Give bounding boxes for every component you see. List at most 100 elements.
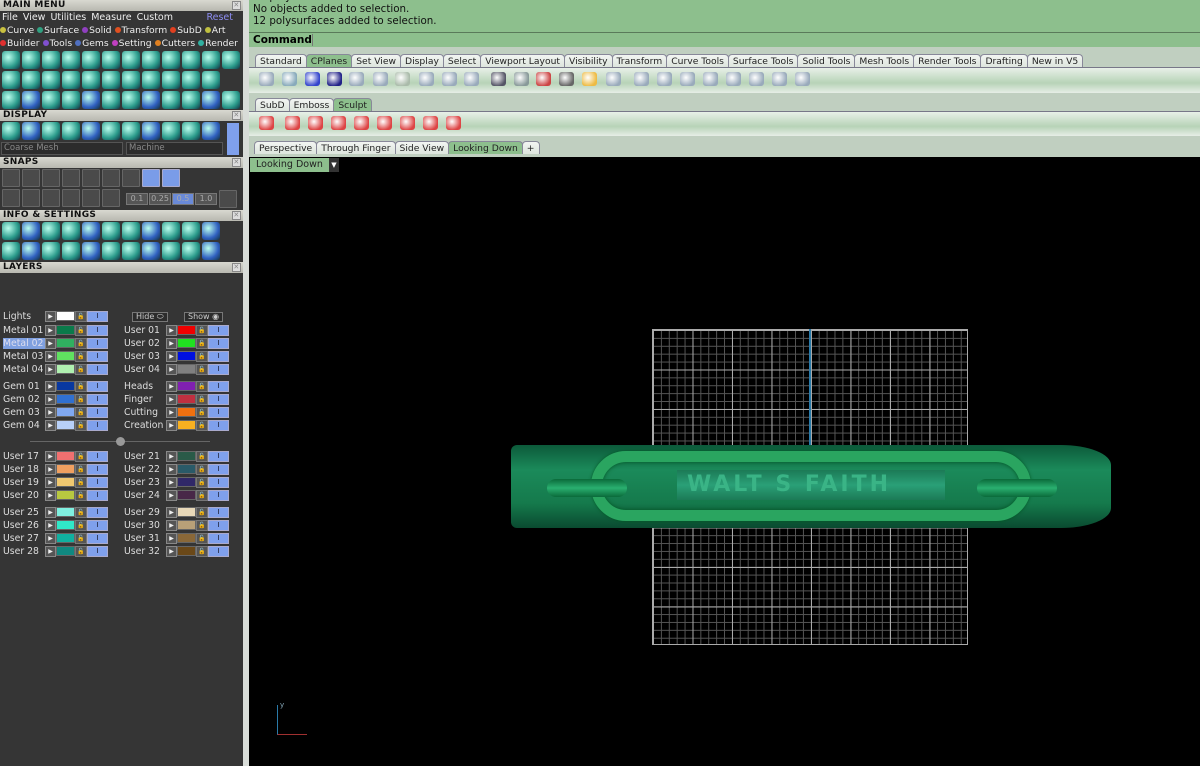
tool-icon[interactable] (42, 189, 60, 207)
menu-file[interactable]: File (2, 11, 18, 24)
tool-icon[interactable] (102, 51, 120, 69)
layer-row[interactable]: Gem 04 ▶ 🔓 I (3, 419, 108, 431)
toolbar-icon[interactable] (606, 72, 621, 86)
toolbar-icon[interactable] (582, 72, 597, 86)
layer-row[interactable]: User 21 ▶ 🔓 I (124, 450, 229, 462)
layer-row[interactable]: User 25 ▶ 🔓 I (3, 506, 108, 518)
tool-icon[interactable] (22, 169, 40, 187)
display-toggle[interactable] (227, 123, 239, 155)
lock-icon[interactable]: 🔓 (196, 324, 208, 336)
lock-icon[interactable]: 🔓 (75, 476, 87, 488)
lock-icon[interactable]: 🔓 (196, 350, 208, 362)
expand-arrow-icon[interactable]: ▶ (45, 419, 56, 431)
lock-icon[interactable]: 🔓 (75, 393, 87, 405)
tool-icon[interactable] (82, 51, 100, 69)
layer-color-swatch[interactable] (56, 533, 75, 543)
layer-row[interactable]: Metal 03 ▶ 🔓 I (3, 350, 108, 362)
expand-arrow-icon[interactable]: ▶ (45, 506, 56, 518)
tab-render-tools[interactable]: Render Tools (913, 54, 982, 67)
lock-icon[interactable]: 🔓 (196, 545, 208, 557)
lock-icon[interactable]: 🔓 (196, 476, 208, 488)
tool-icon[interactable] (62, 169, 80, 187)
visibility-toggle[interactable]: I (208, 363, 229, 375)
visibility-toggle[interactable]: I (208, 545, 229, 557)
tool-icon[interactable] (202, 71, 220, 89)
tool-icon[interactable] (202, 242, 220, 260)
viewport[interactable]: Looking Down ▼ WALT S FAITH y (249, 157, 1200, 766)
lock-icon[interactable]: 🔓 (196, 363, 208, 375)
expand-arrow-icon[interactable]: ▶ (166, 337, 177, 349)
lock-icon[interactable]: 🔓 (75, 337, 87, 349)
tool-icon[interactable] (62, 122, 80, 140)
layer-name[interactable]: Metal 03 (3, 351, 45, 362)
tool-icon[interactable] (62, 242, 80, 260)
layer-color-swatch[interactable] (56, 351, 75, 361)
grid-snap-icon[interactable] (219, 190, 237, 208)
expand-arrow-icon[interactable]: ▶ (166, 463, 177, 475)
tab-drafting[interactable]: Drafting (980, 54, 1028, 67)
layer-name[interactable]: Lights (3, 311, 45, 322)
layer-row[interactable]: Heads ▶ 🔓 I (124, 380, 229, 392)
lock-icon[interactable]: 🔓 (75, 350, 87, 362)
layer-color-swatch[interactable] (56, 381, 75, 391)
layer-color-swatch[interactable] (177, 477, 196, 487)
tool-icon[interactable] (2, 51, 20, 69)
sculpt-tool-icon[interactable] (446, 116, 461, 130)
expand-arrow-icon[interactable]: ▶ (45, 476, 56, 488)
layer-color-swatch[interactable] (177, 490, 196, 500)
expand-arrow-icon[interactable]: ▶ (166, 393, 177, 405)
toolbar-icon[interactable] (395, 72, 410, 86)
layer-color-swatch[interactable] (56, 464, 75, 474)
expand-arrow-icon[interactable]: ▶ (166, 363, 177, 375)
layer-row[interactable]: Gem 03 ▶ 🔓 I (3, 406, 108, 418)
toolbar-icon[interactable] (373, 72, 388, 86)
category-builder[interactable]: Builder (0, 37, 40, 50)
tool-icon[interactable] (142, 222, 160, 240)
close-icon[interactable]: ✕ (232, 111, 241, 120)
toolbar-icon[interactable] (634, 72, 649, 86)
tab-display[interactable]: Display (400, 54, 444, 67)
menu-custom[interactable]: Custom (137, 11, 173, 24)
visibility-toggle[interactable]: I (208, 406, 229, 418)
tool-icon[interactable] (2, 242, 20, 260)
visibility-toggle[interactable]: I (87, 380, 108, 392)
tool-icon[interactable] (102, 222, 120, 240)
show-button[interactable]: Show ◉ (184, 312, 224, 322)
visibility-toggle[interactable]: I (208, 506, 229, 518)
layer-color-swatch[interactable] (56, 507, 75, 517)
snap-value[interactable]: 0.5 (172, 193, 194, 205)
lock-icon[interactable]: 🔓 (196, 406, 208, 418)
lock-icon[interactable]: 🔓 (196, 337, 208, 349)
layer-name[interactable]: Heads (124, 381, 166, 392)
lock-icon[interactable]: 🔓 (75, 363, 87, 375)
visibility-toggle[interactable]: I (208, 380, 229, 392)
layer-color-swatch[interactable] (177, 546, 196, 556)
sculpt-tool-icon[interactable] (331, 116, 346, 130)
tool-icon[interactable] (22, 122, 40, 140)
layer-color-swatch[interactable] (56, 420, 75, 430)
tool-icon[interactable] (122, 51, 140, 69)
layer-color-swatch[interactable] (56, 407, 75, 417)
layer-color-swatch[interactable] (56, 394, 75, 404)
tool-icon[interactable] (202, 91, 220, 109)
tool-icon[interactable] (142, 71, 160, 89)
viewport-tab--[interactable]: + (521, 141, 540, 154)
tab-visibility[interactable]: Visibility (564, 54, 613, 67)
snap-value[interactable]: 0.1 (126, 193, 148, 205)
layer-color-swatch[interactable] (177, 420, 196, 430)
category-setting[interactable]: Setting (112, 37, 152, 50)
close-icon[interactable]: ✕ (232, 1, 241, 10)
expand-arrow-icon[interactable]: ▶ (45, 406, 56, 418)
tool-icon[interactable] (122, 242, 140, 260)
tool-icon[interactable] (22, 222, 40, 240)
visibility-toggle[interactable]: I (87, 393, 108, 405)
toolbar-icon[interactable] (464, 72, 479, 86)
visibility-toggle[interactable]: I (208, 532, 229, 544)
expand-arrow-icon[interactable]: ▶ (45, 393, 56, 405)
close-icon[interactable]: ✕ (232, 158, 241, 167)
lock-icon[interactable]: 🔓 (196, 393, 208, 405)
expand-arrow-icon[interactable]: ▶ (45, 380, 56, 392)
tool-icon[interactable] (102, 189, 120, 207)
viewport-label[interactable]: Looking Down ▼ (250, 158, 339, 172)
layer-name[interactable]: Gem 03 (3, 407, 45, 418)
